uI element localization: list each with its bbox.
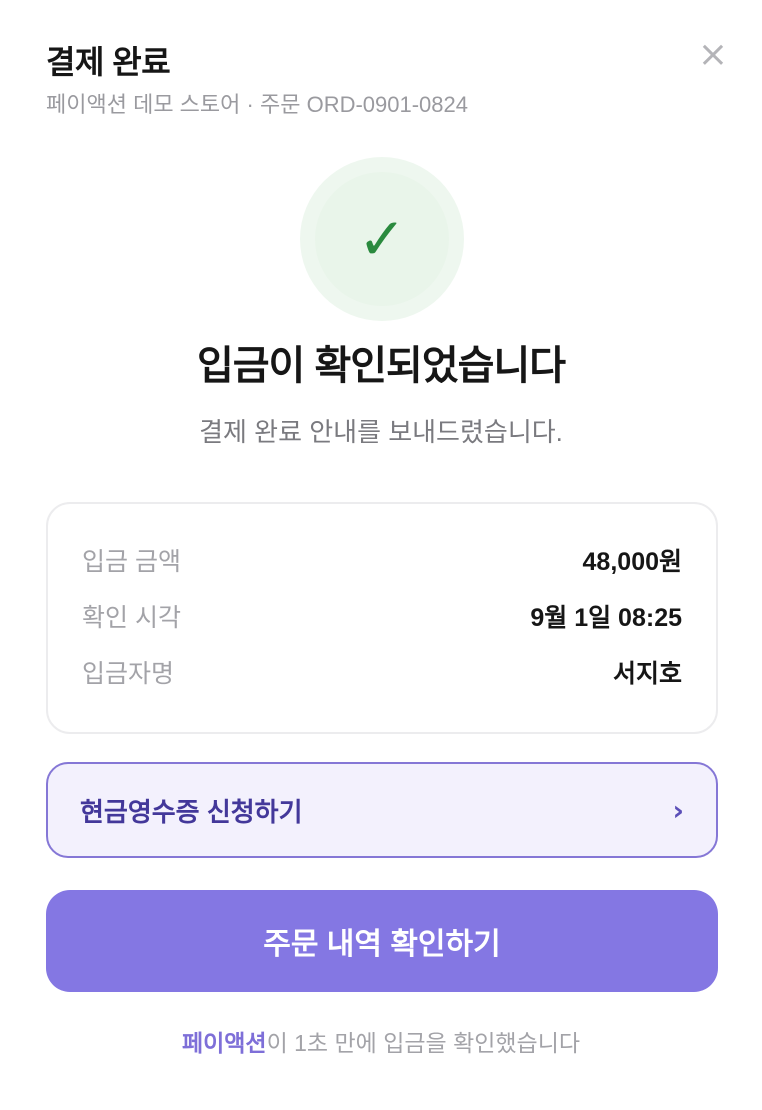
status-headline: 입금이 확인되었습니다 — [196, 344, 566, 388]
info-value: 서지호 — [612, 660, 682, 688]
info-label: 입금 금액 — [82, 548, 181, 576]
close-button[interactable]: × — [694, 36, 732, 74]
info-row-time: 확인 시각 9월 1일 08:25 — [82, 588, 682, 644]
payment-info-card: 입금 금액 48,000원 확인 시각 9월 1일 08:25 입금자명 서지호 — [46, 502, 718, 734]
info-value: 48,000원 — [582, 548, 682, 576]
check-icon: ✓ — [357, 205, 407, 273]
info-row-depositor: 입금자명 서지호 — [82, 644, 682, 700]
subtitle-separator: · — [246, 92, 254, 117]
info-label: 확인 시각 — [82, 604, 181, 632]
success-badge-inner: ✓ — [315, 172, 449, 306]
cash-receipt-button[interactable]: 현금영수증 신청하기 › — [46, 762, 718, 858]
footer-note: 페이액션이 1초 만에 입금을 확인했습니다 — [0, 1026, 762, 1060]
status-description: 결제 완료 안내를 보내드렸습니다. — [199, 417, 563, 447]
order-id: ORD-0901-0824 — [306, 92, 469, 117]
footer-text: 이 1초 만에 입금을 확인했습니다 — [266, 1030, 581, 1056]
info-label: 입금자명 — [82, 660, 175, 688]
cash-receipt-label: 현금영수증 신청하기 — [80, 796, 303, 827]
success-badge: ✓ — [300, 157, 464, 321]
brand-name: 페이액션 — [181, 1030, 267, 1056]
order-label: 주문 — [259, 92, 301, 117]
modal-header: 결제 완료 페이액션 데모 스토어 · 주문 ORD-0901-0824 — [46, 40, 732, 120]
info-value: 9월 1일 08:25 — [530, 604, 682, 632]
page-title: 결제 완료 — [46, 44, 171, 80]
info-row-amount: 입금 금액 48,000원 — [82, 532, 682, 588]
close-icon: × — [697, 34, 729, 75]
store-name: 페이액션 데모 스토어 — [46, 92, 241, 117]
chevron-right-icon: › — [672, 793, 684, 827]
view-order-button[interactable]: 주문 내역 확인하기 — [46, 890, 718, 992]
order-subtitle: 페이액션 데모 스토어 · 주문 ORD-0901-0824 — [46, 90, 732, 120]
